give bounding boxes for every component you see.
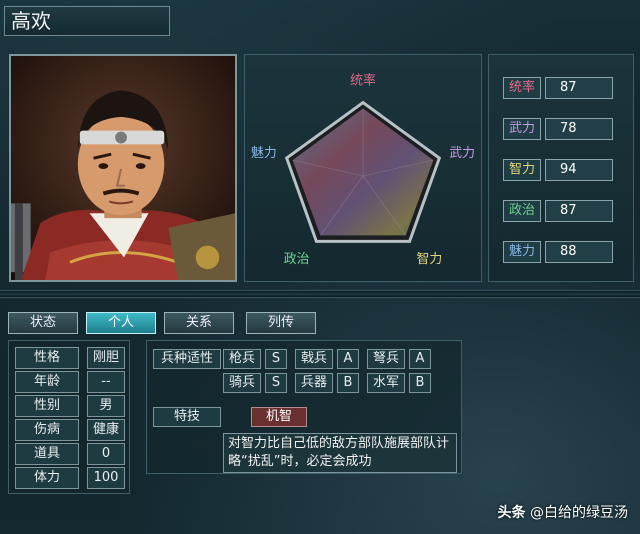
- aptitude-grade-cavalry: S: [265, 373, 287, 393]
- stat-value-strength: 78: [545, 118, 613, 140]
- skill-title: 特技: [153, 407, 221, 427]
- attribute-radar-panel: 统率 武力 智力 政治 魅力: [244, 54, 482, 282]
- info-value-injury: 健康: [87, 419, 125, 441]
- info-value-items: 0: [87, 443, 125, 465]
- portrait-image: [11, 56, 235, 280]
- stat-value-politics: 87: [545, 200, 613, 222]
- general-name-text: 高欢: [11, 9, 51, 33]
- watermark-logo: 头条: [497, 505, 526, 521]
- aptitude-grade-navy: B: [409, 373, 431, 393]
- radar-label-intelligence: 智力: [417, 252, 443, 267]
- aptitude-label-spear: 枪兵: [223, 349, 261, 369]
- skill-name[interactable]: 机智: [251, 407, 307, 427]
- radar-chart: 统率 武力 智力 政治 魅力: [251, 73, 475, 267]
- stat-label-command: 统率: [503, 77, 541, 99]
- aptitude-label-crossbow: 弩兵: [367, 349, 405, 369]
- general-name: 高欢: [4, 6, 170, 36]
- radar-label-command: 统率: [350, 73, 376, 89]
- aptitude-label-cavalry: 骑兵: [223, 373, 261, 393]
- info-value-personality: 刚胆: [87, 347, 125, 369]
- radar-label-politics: 政治: [284, 252, 310, 267]
- tab-relations[interactable]: 关系: [164, 312, 234, 334]
- info-label-personality: 性格: [15, 347, 79, 369]
- aptitude-grade-halberd: A: [337, 349, 359, 369]
- section-divider: [0, 290, 640, 298]
- aptitude-skill-panel: 兵种适性 枪兵 S 戟兵 A 弩兵 A 骑兵 S 兵器 B 水军 B 特技 机智…: [146, 340, 462, 474]
- radar-label-charm: 魅力: [251, 146, 277, 161]
- aptitude-label-navy: 水军: [367, 373, 405, 393]
- info-label-injury: 伤病: [15, 419, 79, 441]
- aptitude-grade-crossbow: A: [409, 349, 431, 369]
- info-value-gender: 男: [87, 395, 125, 417]
- stat-value-intelligence: 94: [545, 159, 613, 181]
- stat-value-command: 87: [545, 77, 613, 99]
- stat-label-charm: 魅力: [503, 241, 541, 263]
- personal-info-panel: 性格 刚胆 年龄 -- 性别 男 伤病 健康 道具 0 体力 100: [8, 340, 130, 494]
- stat-label-strength: 武力: [503, 118, 541, 140]
- info-label-stamina: 体力: [15, 467, 79, 489]
- info-value-stamina: 100: [87, 467, 125, 489]
- stat-value-charm: 88: [545, 241, 613, 263]
- stat-label-intelligence: 智力: [503, 159, 541, 181]
- info-label-gender: 性别: [15, 395, 79, 417]
- watermark-handle: @白给的绿豆汤: [530, 505, 628, 521]
- skill-description: 对智力比自己低的敌方部队施展部队计略“扰乱”时，必定会成功: [223, 433, 457, 473]
- aptitude-title: 兵种适性: [153, 349, 221, 369]
- aptitude-label-halberd: 戟兵: [295, 349, 333, 369]
- tab-personal[interactable]: 个人: [86, 312, 156, 334]
- aptitude-label-siege: 兵器: [295, 373, 333, 393]
- aptitude-grade-spear: S: [265, 349, 287, 369]
- radar-label-strength: 武力: [449, 146, 475, 161]
- tab-status[interactable]: 状态: [8, 312, 78, 334]
- tab-biography[interactable]: 列传: [246, 312, 316, 334]
- aptitude-grade-siege: B: [337, 373, 359, 393]
- stat-label-politics: 政治: [503, 200, 541, 222]
- info-label-age: 年龄: [15, 371, 79, 393]
- info-value-age: --: [87, 371, 125, 393]
- info-label-items: 道具: [15, 443, 79, 465]
- watermark: 头条 @白给的绿豆汤: [498, 502, 628, 522]
- general-portrait: [9, 54, 237, 282]
- attribute-stats-panel: 统率 87 武力 78 智力 94 政治 87 魅力 88: [488, 54, 634, 282]
